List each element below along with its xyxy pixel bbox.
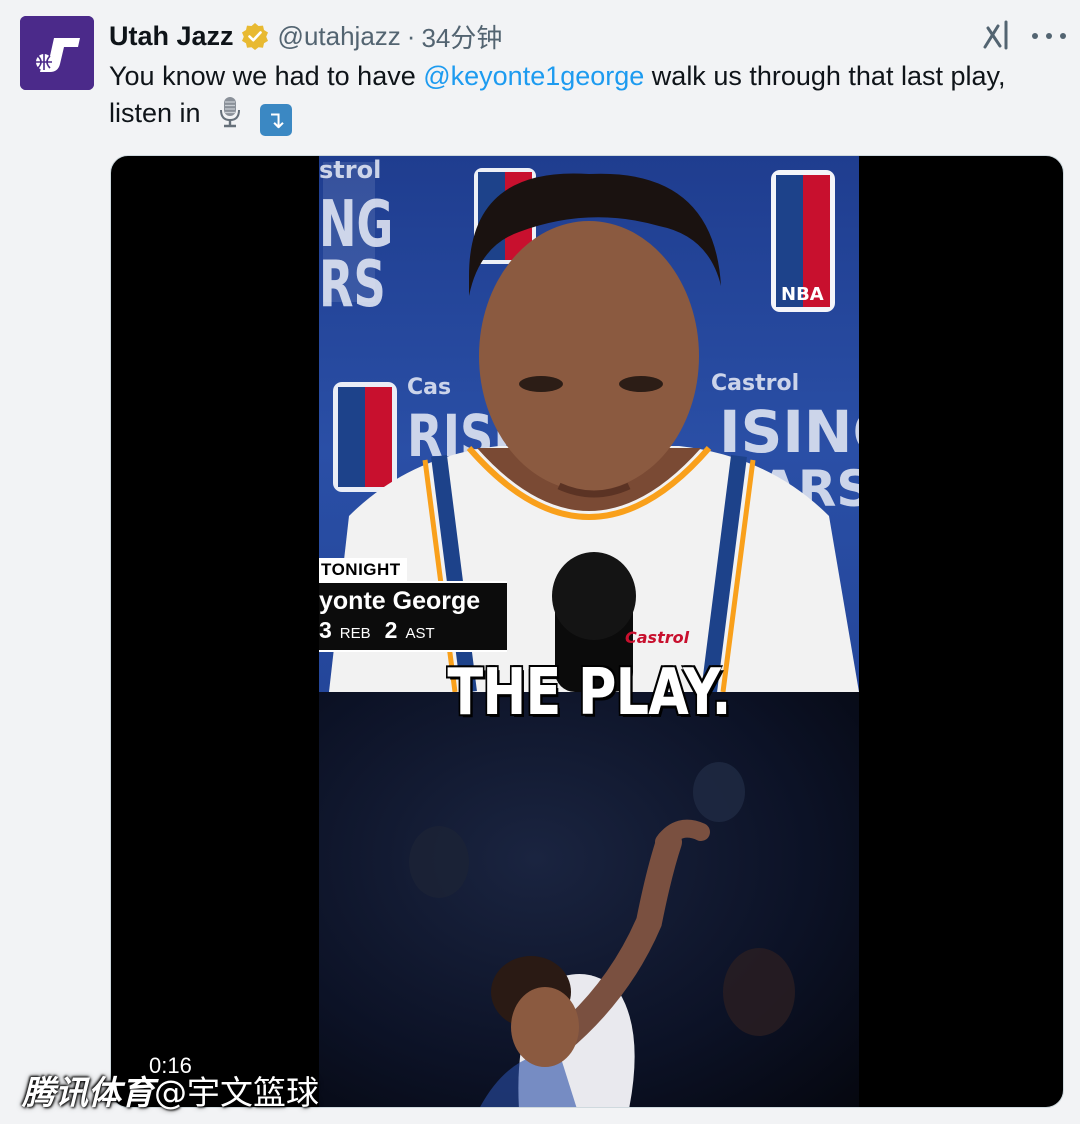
video-frame[interactable]: strol NG RS NBA Cas RISIN Castrol ISING …: [319, 156, 859, 1107]
more-icon[interactable]: [1032, 22, 1066, 50]
tweet-header: Utah Jazz @utahjazz · 34分钟: [109, 16, 502, 56]
player-stats: 3 REB 2 AST: [319, 617, 497, 644]
dot: [1046, 33, 1052, 39]
utah-jazz-logo-icon: [20, 16, 94, 90]
watermark-brand: 腾讯体育: [22, 1073, 154, 1112]
microphone-icon: [220, 97, 241, 128]
lower-third-tag: TONIGHT: [319, 558, 407, 581]
svg-text:strol: strol: [319, 156, 381, 184]
svg-text:Cas: Cas: [407, 375, 451, 400]
verified-badge-icon[interactable]: [241, 22, 269, 50]
watermark: 腾讯体育@宇文篮球: [22, 1066, 319, 1114]
lower-third: TONIGHT yonte George 3 REB 2 AST: [319, 558, 507, 652]
tweet-text-before: You know we had to have: [109, 61, 424, 91]
tweet-text: You know we had to have @keyonte1george …: [109, 58, 1059, 136]
arena-shot-image: [409, 762, 795, 1107]
dot: [1032, 33, 1038, 39]
lower-third-box: yonte George 3 REB 2 AST: [319, 581, 507, 652]
svg-text:ISING: ISING: [719, 398, 859, 466]
display-name[interactable]: Utah Jazz: [109, 21, 234, 52]
video-player[interactable]: strol NG RS NBA Cas RISIN Castrol ISING …: [110, 155, 1064, 1108]
tweet-card[interactable]: Utah Jazz @utahjazz · 34分钟 You know we h…: [0, 0, 1080, 1124]
stat-reb-value: 3: [319, 617, 332, 643]
watermark-author: @宇文篮球: [154, 1073, 319, 1112]
svg-text:Castrol: Castrol: [711, 371, 799, 396]
stat-ast-value: 2: [384, 617, 398, 643]
stat-ast-label: AST: [405, 625, 435, 642]
separator: ·: [406, 20, 416, 51]
svg-text:RS: RS: [319, 248, 386, 322]
svg-text:NBA: NBA: [781, 284, 824, 305]
player-name: yonte George: [319, 587, 481, 615]
stat-reb-label: REB: [339, 625, 371, 642]
timestamp-link[interactable]: 34分钟: [421, 18, 502, 55]
arrow-down-right-icon: ↴: [259, 104, 292, 136]
avatar[interactable]: [20, 16, 94, 90]
mention-link[interactable]: @keyonte1george: [423, 61, 644, 91]
handle[interactable]: @utahjazz: [278, 21, 401, 52]
grok-icon[interactable]: [980, 18, 1014, 52]
video-caption: THE PLAY.: [447, 656, 731, 730]
dot: [1060, 33, 1066, 39]
svg-text:Castrol: Castrol: [625, 628, 690, 647]
